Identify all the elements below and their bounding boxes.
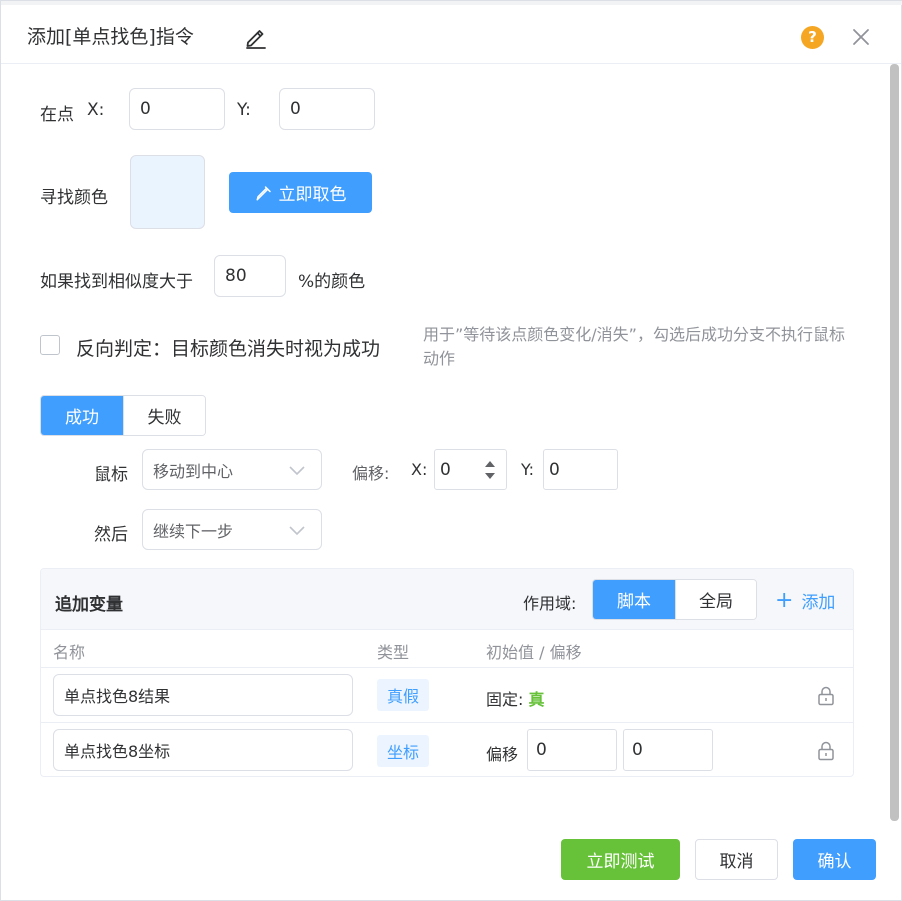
chevron-down-icon	[289, 525, 305, 535]
variable-offset-label: 偏移	[486, 745, 519, 764]
point-y-input[interactable]: 0	[279, 88, 375, 130]
add-variable-button[interactable]: + 添加	[775, 588, 835, 613]
help-icon[interactable]: ?	[801, 26, 824, 49]
color-swatch[interactable]	[130, 155, 205, 229]
tab-fail[interactable]: 失败	[123, 396, 205, 435]
offset-y-input[interactable]: 0	[543, 449, 618, 490]
dialog-header: 添加[单点找色]指令 ?	[1, 5, 901, 64]
variable-offset-y-input[interactable]: 0	[623, 729, 713, 771]
offset-label: 偏移:	[352, 464, 390, 483]
scope-tabs: 脚本 全局	[592, 579, 757, 620]
offset-x-stepper[interactable]: 0	[434, 449, 507, 490]
then-label: 然后	[94, 525, 128, 545]
variable-type-tag: 坐标	[377, 735, 430, 767]
tab-scope-global[interactable]: 全局	[675, 580, 756, 619]
point-label: 在点	[40, 105, 74, 125]
plus-icon: +	[775, 587, 794, 613]
scrollbar-thumb[interactable]	[890, 64, 899, 821]
close-icon[interactable]	[849, 25, 873, 49]
reverse-checkbox[interactable]	[40, 335, 60, 355]
confirm-button[interactable]: 确认	[793, 839, 876, 880]
chevron-down-icon	[289, 465, 305, 475]
tab-scope-script[interactable]: 脚本	[593, 580, 675, 619]
variables-panel: 追加变量 作用域: 脚本 全局 + 添加 名称 类型 初始值 / 偏移 单点找色…	[40, 568, 854, 777]
add-command-dialog: 添加[单点找色]指令 ? 在点 X: 0 Y: 0 寻找颜色 立即取色 如果找到…	[0, 0, 902, 901]
point-x-input[interactable]: 0	[129, 88, 225, 130]
stepper-arrows-icon[interactable]	[482, 458, 498, 482]
variable-type-tag: 真假	[377, 679, 430, 711]
lock-icon[interactable]	[817, 741, 835, 761]
similarity-label: 如果找到相似度大于	[40, 272, 193, 292]
reverse-hint: 用于”等待该点颜色变化/消失”，勾选后成功分支不执行鼠标动作	[423, 325, 845, 368]
point-x-label: X:	[87, 100, 105, 120]
row-divider	[41, 667, 853, 668]
eyedropper-icon	[256, 185, 271, 200]
dialog-title: 添加[单点找色]指令	[27, 26, 194, 48]
offset-y-label: Y:	[521, 460, 535, 479]
offset-x-label: X:	[411, 460, 428, 479]
edit-icon[interactable]	[244, 25, 268, 49]
similarity-input[interactable]: 80	[214, 255, 286, 297]
variable-initial: 固定: 真	[486, 690, 545, 709]
mouse-action-select[interactable]: 移动到中心	[142, 449, 322, 490]
tab-success[interactable]: 成功	[41, 396, 123, 435]
then-action-select[interactable]: 继续下一步	[142, 509, 322, 550]
scope-label: 作用域:	[523, 594, 577, 613]
variable-offset-x-input[interactable]: 0	[527, 729, 617, 771]
lock-icon[interactable]	[817, 686, 835, 706]
pick-color-button[interactable]: 立即取色	[229, 172, 372, 213]
mouse-label: 鼠标	[94, 465, 128, 485]
cancel-button[interactable]: 取消	[695, 839, 778, 880]
column-type: 类型	[377, 643, 410, 662]
point-y-label: Y:	[237, 100, 251, 120]
variable-name-input[interactable]: 单点找色8结果	[53, 674, 353, 716]
test-now-button[interactable]: 立即测试	[561, 839, 680, 880]
branch-tabs: 成功 失败	[40, 395, 206, 436]
variables-title: 追加变量	[55, 595, 123, 615]
row-divider	[41, 722, 853, 723]
variable-name-input[interactable]: 单点找色8坐标	[53, 729, 353, 771]
variables-header: 追加变量 作用域: 脚本 全局 + 添加	[41, 569, 853, 630]
reverse-label: 反向判定：目标颜色消失时视为成功	[76, 338, 381, 360]
column-initial: 初始值 / 偏移	[486, 643, 582, 662]
column-name: 名称	[53, 643, 86, 662]
similarity-suffix: %的颜色	[298, 272, 366, 292]
find-color-label: 寻找颜色	[40, 188, 108, 208]
